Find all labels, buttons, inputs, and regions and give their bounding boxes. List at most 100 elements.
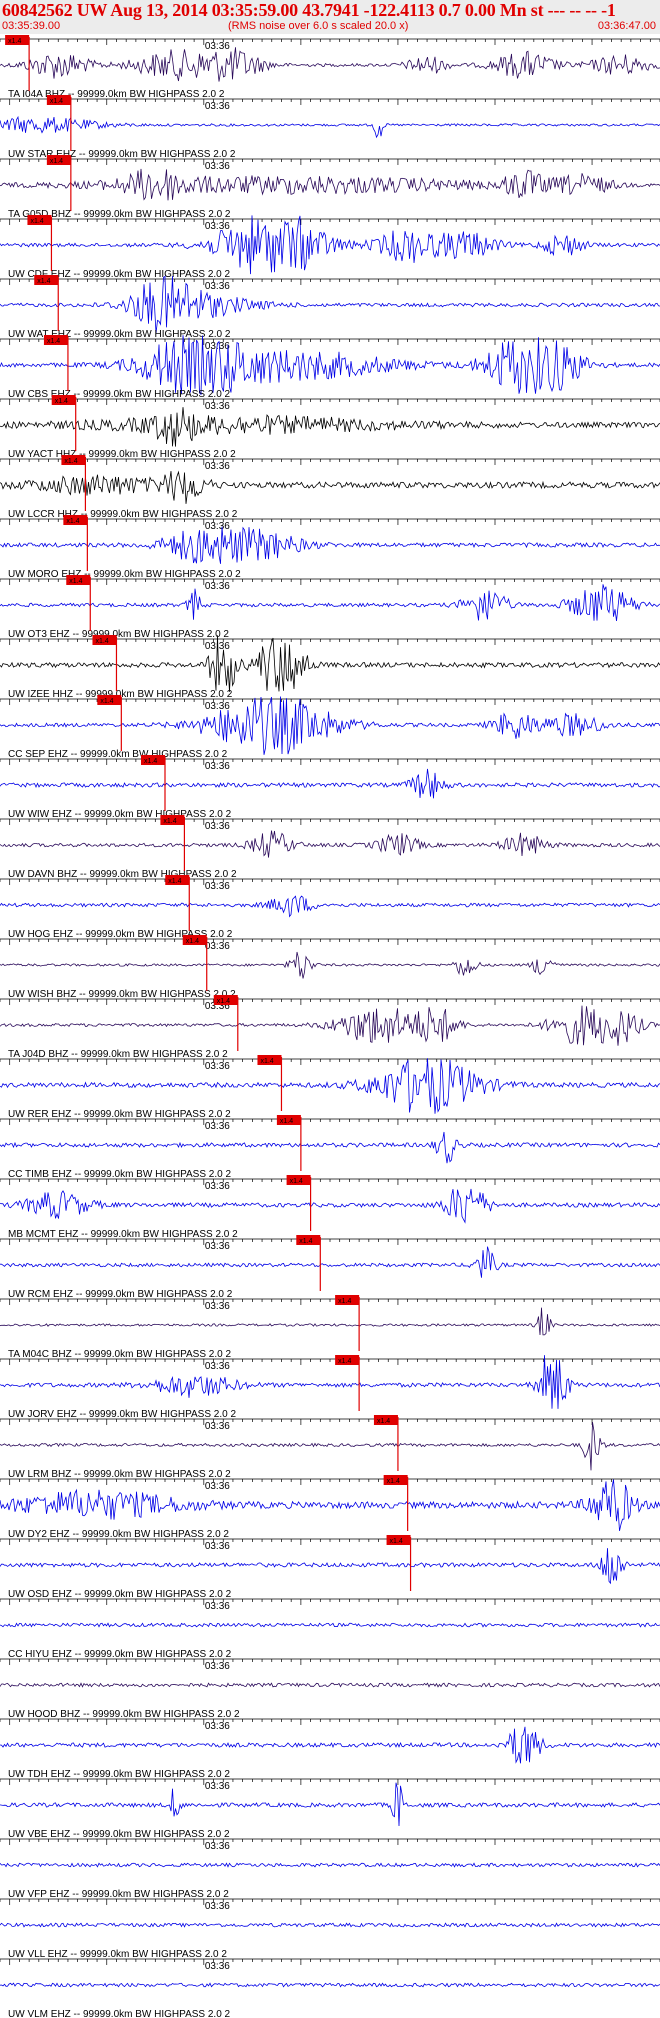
waveform-trace	[0, 275, 660, 334]
trace-row: 03:36 UW TDH EHZ -- 99999.0km BW HIGHPASS…	[0, 1718, 660, 1780]
minute-label: 03:36	[205, 821, 230, 832]
station-label: UW VBE EHZ -- 99999.0km BW HIGHPASS 2.0 …	[8, 1829, 230, 1840]
pick-label: x1.4	[217, 998, 230, 1005]
waveform-trace	[0, 1982, 660, 1988]
trace-row: 03:36 UW YACT HHZ -- 99999.0km BW HIGHPAS…	[0, 395, 660, 460]
station-label: UW YACT HHZ -- 99999.0km BW HIGHPASS 2.0…	[8, 449, 236, 460]
minute-label: 03:36	[205, 461, 230, 472]
minute-label: 03:36	[205, 1781, 230, 1792]
minute-label: 03:36	[205, 161, 230, 172]
minute-label: 03:36	[205, 1061, 230, 1072]
trace-row: 03:36 TA I04A BHZ -- 99999.0km BW HIGHPAS…	[0, 35, 660, 100]
station-label: UW VLM EHZ -- 99999.0km BW HIGHPASS 2.0 …	[8, 2009, 231, 2018]
trace-row: 03:36 UW WISH BHZ -- 99999.0km BW HIGHPAS…	[0, 935, 660, 1000]
waveform-trace	[0, 1922, 660, 1928]
trace-row: 03:36UW HOG EHZ -- 99999.0km BW HIGHPASS…	[0, 875, 660, 940]
pick-label: x1.4	[55, 398, 68, 405]
station-label: UW DY2 EHZ -- 99999.0km BW HIGHPASS 2.0 …	[8, 1529, 229, 1540]
waveform-trace	[0, 1355, 660, 1409]
pick-label: x1.4	[66, 518, 79, 525]
minute-label: 03:36	[205, 521, 230, 532]
trace-row: 03:36 UW VLL EHZ -- 99999.0km BW HIGHPASS…	[0, 1898, 660, 1960]
station-label: UW LRM BHZ -- 99999.0km BW HIGHPASS 2.0 …	[8, 1469, 231, 1480]
station-label: UW WISH BHZ -- 99999.0km BW HIGHPASS 2.0…	[8, 989, 236, 1000]
pick-label: x1.4	[186, 938, 199, 945]
minute-label: 03:36	[205, 281, 230, 292]
trace-row: 03:36 UW WIW EHZ -- 99999.0km BW HIGHPASS…	[0, 755, 660, 820]
minute-label: 03:36	[205, 1541, 230, 1552]
trace-row: 03:36UW IZEE HHZ -- 99999.0km BW HIGHPAS…	[0, 635, 660, 700]
waveform-trace	[0, 951, 660, 979]
waveform-trace	[0, 830, 660, 858]
station-label: CC TIMB EHZ -- 99999.0km BW HIGHPASS 2.0…	[8, 1169, 231, 1180]
trace-row: 03:36 UW OT3 EHZ -- 99999.0km BW HIGHPASS…	[0, 575, 660, 640]
minute-label: 03:36	[205, 1241, 230, 1252]
trace-row: 03:36 UW STAR EHZ -- 99999.0km BW HIGHPAS…	[0, 95, 660, 160]
station-label: UW STAR EHZ -- 99999.0km BW HIGHPASS 2.0…	[8, 149, 236, 160]
start-time: 03:35:39.00	[2, 20, 61, 32]
pick-label: x1.4	[338, 1298, 351, 1305]
station-label: UW HOOD BHZ -- 99999.0km BW HIGHPASS 2.0…	[8, 1709, 240, 1720]
waveform-trace	[0, 335, 660, 396]
station-label: UW LCCR HHZ -- 99999.0km BW HIGHPASS 2.0…	[8, 509, 238, 520]
trace-row: 03:36 CC HIYU EHZ -- 99999.0km BW HIGHPAS…	[0, 1598, 660, 1660]
pick-label: x1.4	[144, 758, 157, 765]
trace-row: 03:36TA J04D BHZ -- 99999.0km BW HIGHPAS…	[0, 995, 660, 1060]
waveform-trace	[0, 1246, 660, 1278]
station-label: UW OT3 EHZ -- 99999.0km BW HIGHPASS 2.0 …	[8, 629, 229, 640]
pick-label: x1.4	[64, 458, 77, 465]
minute-label: 03:36	[205, 1901, 230, 1912]
pick-label: x1.4	[260, 1058, 273, 1065]
waveform-trace	[0, 470, 660, 504]
minute-label: 03:36	[205, 101, 230, 112]
trace-row: 03:36 UW DY2 EHZ -- 99999.0km BW HIGHPASS…	[0, 1475, 660, 1540]
waveform-trace	[0, 1422, 660, 1471]
minute-label: 03:36	[205, 1601, 230, 1612]
trace-row: 03:36 CC TIMB EHZ -- 99999.0km BW HIGHPAS…	[0, 1115, 660, 1180]
waveform-trace	[0, 1188, 660, 1224]
pick-label: x1.4	[338, 1358, 351, 1365]
waveform-trace	[0, 168, 660, 201]
pick-label: x1.4	[50, 98, 63, 105]
seismogram-plot: 03:36TA I04A BHZ -- 99999.0km BW HIGHPAS…	[0, 35, 660, 2018]
trace-row: 03:36 UW RCM EHZ -- 99999.0km BW HIGHPASS…	[0, 1235, 660, 1300]
pick-label: x1.4	[280, 1118, 293, 1125]
trace-row: 03:36 UW VLM EHZ -- 99999.0km BW HIGHPASS…	[0, 1958, 660, 2018]
minute-label: 03:36	[205, 1841, 230, 1852]
pick-label: x1.4	[8, 38, 21, 45]
trace-row: 03:36 UW JORV EHZ -- 99999.0km BW HIGHPAS…	[0, 1355, 660, 1420]
minute-label: 03:36	[205, 1301, 230, 1312]
minute-label: 03:36	[205, 1181, 230, 1192]
station-label: MB MCMT EHZ -- 99999.0km BW HIGHPASS 2.0…	[8, 1229, 238, 1240]
minute-label: 03:36	[205, 1661, 230, 1672]
trace-row: 03:36 UW LCCR HHZ -- 99999.0km BW HIGHPAS…	[0, 455, 660, 520]
trace-row: 03:36 UW LRM BHZ -- 99999.0km BW HIGHPASS…	[0, 1415, 660, 1480]
pick-label: x1.4	[290, 1178, 303, 1185]
waveform-trace	[0, 1782, 660, 1827]
pick-label: x1.4	[47, 338, 60, 345]
station-label: UW TDH EHZ -- 99999.0km BW HIGHPASS 2.0 …	[8, 1769, 230, 1780]
minute-label: 03:36	[205, 41, 230, 52]
trace-row: 03:36 TA M04C BHZ -- 99999.0km BW HIGHPAS…	[0, 1295, 660, 1360]
station-label: UW OSD EHZ -- 99999.0km BW HIGHPASS 2.0 …	[8, 1589, 232, 1600]
station-label: TA M04C BHZ -- 99999.0km BW HIGHPASS 2.0…	[8, 1349, 231, 1360]
trace-row: 03:36 UW WAT EHZ -- 99999.0km BW HIGHPASS…	[0, 275, 660, 340]
trace-row: 03:36UW CBS EHZ -- 99999.0km BW HIGHPASS…	[0, 335, 660, 400]
waveform-trace	[0, 895, 660, 918]
waveform-trace	[0, 584, 660, 622]
waveform-trace	[0, 1058, 660, 1114]
waveform-trace	[0, 1622, 660, 1628]
minute-label: 03:36	[205, 701, 230, 712]
end-time: 03:36:47.00	[597, 20, 656, 32]
minute-label: 03:36	[205, 1361, 230, 1372]
pick-label: x1.4	[163, 818, 176, 825]
pick-label: x1.4	[30, 218, 43, 225]
trace-row: 03:36TA G05D BHZ -- 99999.0km BW HIGHPAS…	[0, 155, 660, 220]
minute-label: 03:36	[205, 1961, 230, 1972]
pick-label: x1.4	[50, 158, 63, 165]
waveform-trace	[0, 1307, 660, 1336]
trace-row: 03:36 CC SEP EHZ -- 99999.0km BW HIGHPASS…	[0, 695, 660, 760]
waveform-trace	[0, 1005, 660, 1046]
minute-label: 03:36	[205, 1121, 230, 1132]
station-label: CC HIYU EHZ -- 99999.0km BW HIGHPASS 2.0…	[8, 1649, 232, 1660]
